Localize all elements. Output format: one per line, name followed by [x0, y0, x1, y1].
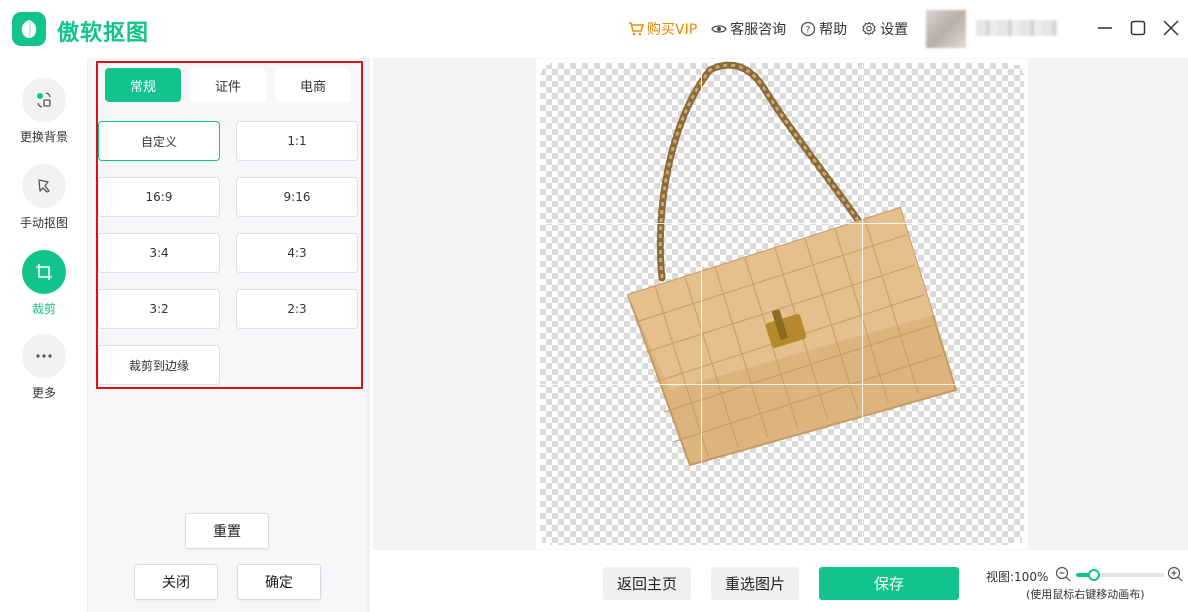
nav-manual-cutout[interactable]: 手动抠图	[0, 164, 88, 231]
crop-handle-top-right[interactable]	[1014, 63, 1024, 73]
swap-background-icon	[37, 92, 51, 108]
buy-vip-label: 购买VIP	[647, 22, 698, 38]
grid-line	[862, 63, 863, 545]
grid-line	[701, 63, 702, 545]
settings-button[interactable]: 设置	[861, 19, 908, 39]
zoom-hint: (使用鼠标右键移动画布)	[1026, 588, 1145, 601]
nav-more[interactable]: 更多	[0, 334, 88, 401]
crop-handle-bottom-left[interactable]	[540, 535, 550, 545]
title-bar: 傲软抠图 购买VIP 客服咨询 ? 帮助 设置	[0, 0, 1188, 58]
zoom-in-icon[interactable]	[1167, 566, 1183, 582]
nav-label: 手动抠图	[19, 216, 68, 230]
customer-service-button[interactable]: 客服咨询	[711, 19, 786, 39]
maximize-button[interactable]	[1127, 17, 1149, 39]
minimize-button[interactable]	[1094, 17, 1116, 39]
app-logo	[12, 12, 46, 46]
nav-label: 裁剪	[31, 302, 56, 316]
nav-icon-wrap	[22, 334, 66, 378]
gear-icon	[862, 21, 876, 36]
more-icon	[36, 354, 52, 358]
svg-text:?: ?	[806, 26, 811, 36]
save-button[interactable]: 保存	[819, 567, 959, 600]
reset-button[interactable]: 重置	[185, 513, 269, 549]
handbag-image[interactable]	[600, 60, 970, 480]
left-nav: 更换背景 手动抠图 裁剪 更多	[0, 58, 88, 612]
nav-icon-wrap	[22, 250, 66, 294]
customer-service-label: 客服咨询	[730, 22, 787, 38]
zoom-out-icon[interactable]	[1055, 566, 1071, 582]
nav-label: 更多	[31, 386, 56, 400]
close-icon	[1163, 20, 1179, 36]
settings-label: 设置	[880, 22, 909, 38]
nav-crop[interactable]: 裁剪	[0, 250, 88, 317]
help-label: 帮助	[819, 22, 848, 38]
grid-line	[540, 223, 1024, 224]
username-blurred[interactable]	[976, 20, 1058, 36]
crop-handle-top-left[interactable]	[540, 63, 550, 73]
nav-label: 更换背景	[19, 130, 68, 144]
reselect-image-button[interactable]: 重选图片	[711, 567, 799, 600]
maximize-icon	[1130, 20, 1146, 36]
cart-icon	[629, 22, 644, 36]
minimize-icon	[1098, 27, 1112, 29]
highlight-box	[96, 61, 363, 389]
buy-vip-button[interactable]: 购买VIP	[628, 19, 697, 39]
crop-handle-bottom-right[interactable]	[1014, 535, 1024, 545]
help-icon: ?	[801, 21, 816, 37]
crop-icon	[36, 264, 52, 280]
support-eye-icon	[711, 25, 727, 33]
zoom-level-label: 视图:100%	[986, 570, 1049, 584]
close-window-button[interactable]	[1160, 17, 1182, 39]
avatar[interactable]	[926, 10, 966, 48]
nav-icon-wrap	[22, 164, 66, 208]
manual-cutout-icon	[38, 179, 50, 193]
app-title: 傲软抠图	[57, 21, 150, 46]
app-window: 傲软抠图 购买VIP 客服咨询 ? 帮助 设置 更换背景 手动抠图 裁剪 更多 …	[0, 0, 1188, 612]
leaf-logo-icon	[21, 20, 37, 38]
grid-line	[540, 384, 1024, 385]
confirm-button[interactable]: 确定	[237, 564, 321, 600]
zoom-slider[interactable]	[1076, 569, 1164, 581]
zoom-slider-thumb[interactable]	[1087, 569, 1100, 581]
back-home-button[interactable]: 返回主页	[603, 567, 691, 600]
top-actions: 购买VIP 客服咨询 ? 帮助 设置	[628, 19, 922, 39]
nav-icon-wrap	[22, 78, 66, 122]
close-panel-button[interactable]: 关闭	[134, 564, 218, 600]
nav-change-background[interactable]: 更换背景	[0, 78, 88, 145]
help-button[interactable]: ? 帮助	[800, 19, 847, 39]
